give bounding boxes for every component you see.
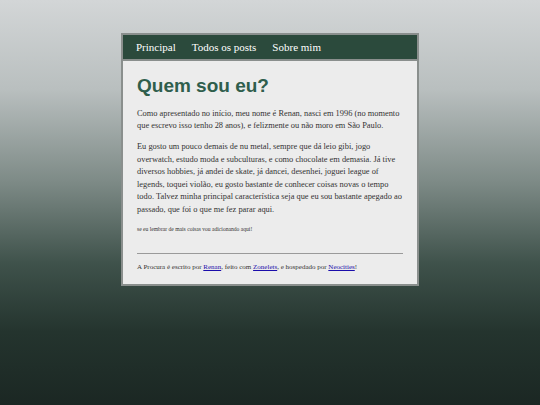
- nav-link-item[interactable]: Sobre mim: [272, 40, 321, 54]
- main-content: Quem sou eu? Como apresentado no início, …: [123, 61, 417, 284]
- footer-text: , e hospedado por: [277, 263, 328, 271]
- note: se eu lembrar de mais coisas vou adicion…: [137, 225, 403, 233]
- top-nav: Principal Todos os posts Sobre mim: [123, 35, 417, 61]
- paragraph: Eu gosto um pouco demais de nu metal, se…: [137, 141, 403, 217]
- nav-link-item[interactable]: Principal: [136, 40, 176, 54]
- footer-text: !: [355, 263, 357, 271]
- footer-text: , feito com: [221, 263, 253, 271]
- footer-link[interactable]: Zonelets: [253, 263, 277, 271]
- footer-link[interactable]: Renan: [203, 263, 221, 271]
- content-panel: Principal Todos os posts Sobre mim Quem so…: [121, 33, 419, 286]
- footer-text: A Procura é escrito por: [137, 263, 203, 271]
- footer: A Procura é escrito por Renan, feito com…: [137, 253, 403, 273]
- paragraph: Como apresentado no início, meu nome é R…: [137, 108, 403, 133]
- nav-link-item[interactable]: Todos os posts: [192, 40, 257, 54]
- footer-link[interactable]: Neocities: [328, 263, 354, 271]
- page-title: Quem sou eu?: [137, 75, 403, 98]
